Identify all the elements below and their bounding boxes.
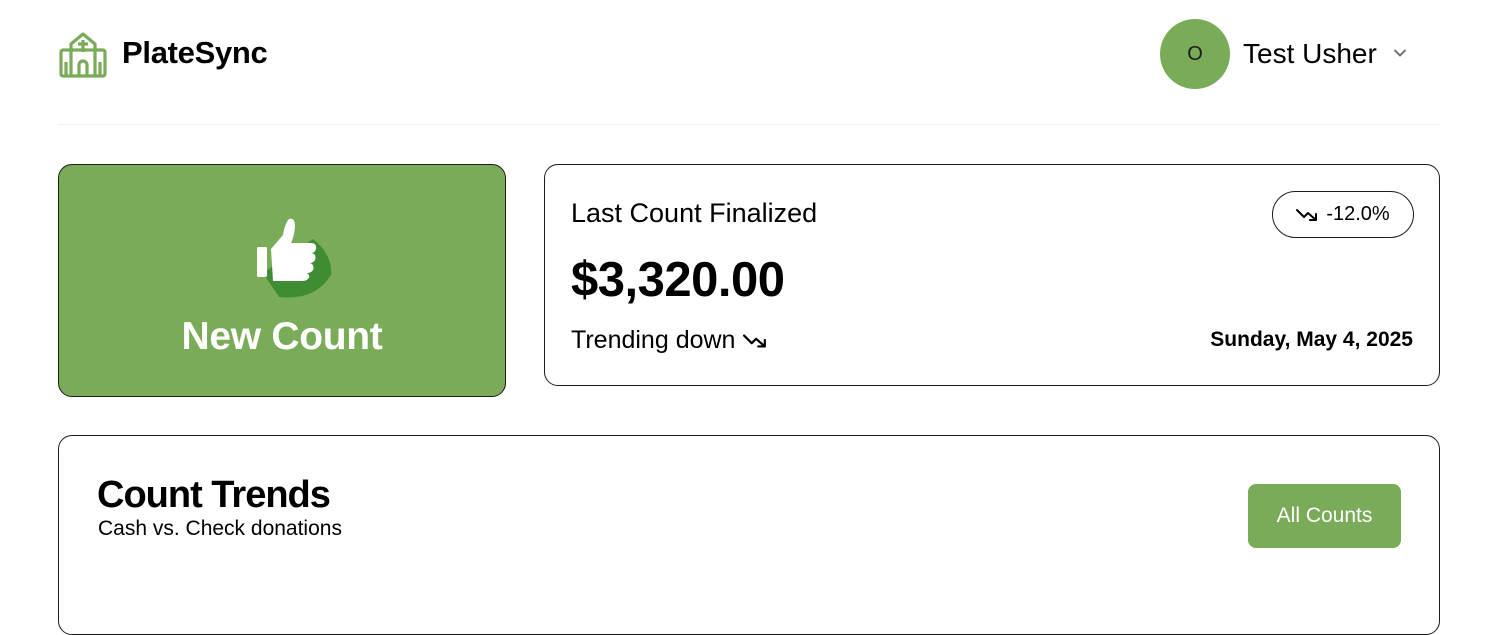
change-badge: -12.0% [1272,191,1414,238]
last-count-amount: $3,320.00 [571,253,785,307]
trending-down-icon [743,333,767,348]
trends-title: Count Trends [97,474,331,516]
thumbs-up-icon [257,218,332,298]
new-count-button[interactable]: New Count [58,164,506,397]
trend-text: Trending down [571,326,736,354]
new-count-label: New Count [181,315,383,358]
count-date: Sunday, May 4, 2025 [1210,328,1413,351]
user-name: Test Usher [1243,38,1377,69]
avatar: O [1160,19,1230,89]
change-value: -12.0% [1326,203,1390,225]
church-icon [59,32,107,78]
trending-down-icon [1296,208,1318,221]
app-header: PlateSync O Test Usher [58,0,1440,125]
app-name: PlateSync [122,35,268,70]
last-count-card: Last Count Finalized -12.0% $3,320.00 Tr… [544,164,1440,386]
trend-indicator: Trending down [571,326,767,355]
count-trends-card: Count Trends Cash vs. Check donations Al… [58,435,1440,635]
all-counts-button[interactable]: All Counts [1248,484,1401,548]
user-menu[interactable]: O Test Usher [1160,19,1420,90]
last-count-title: Last Count Finalized [571,198,818,228]
trends-subtitle: Cash vs. Check donations [98,517,342,540]
chevron-down-icon[interactable] [1392,45,1408,61]
